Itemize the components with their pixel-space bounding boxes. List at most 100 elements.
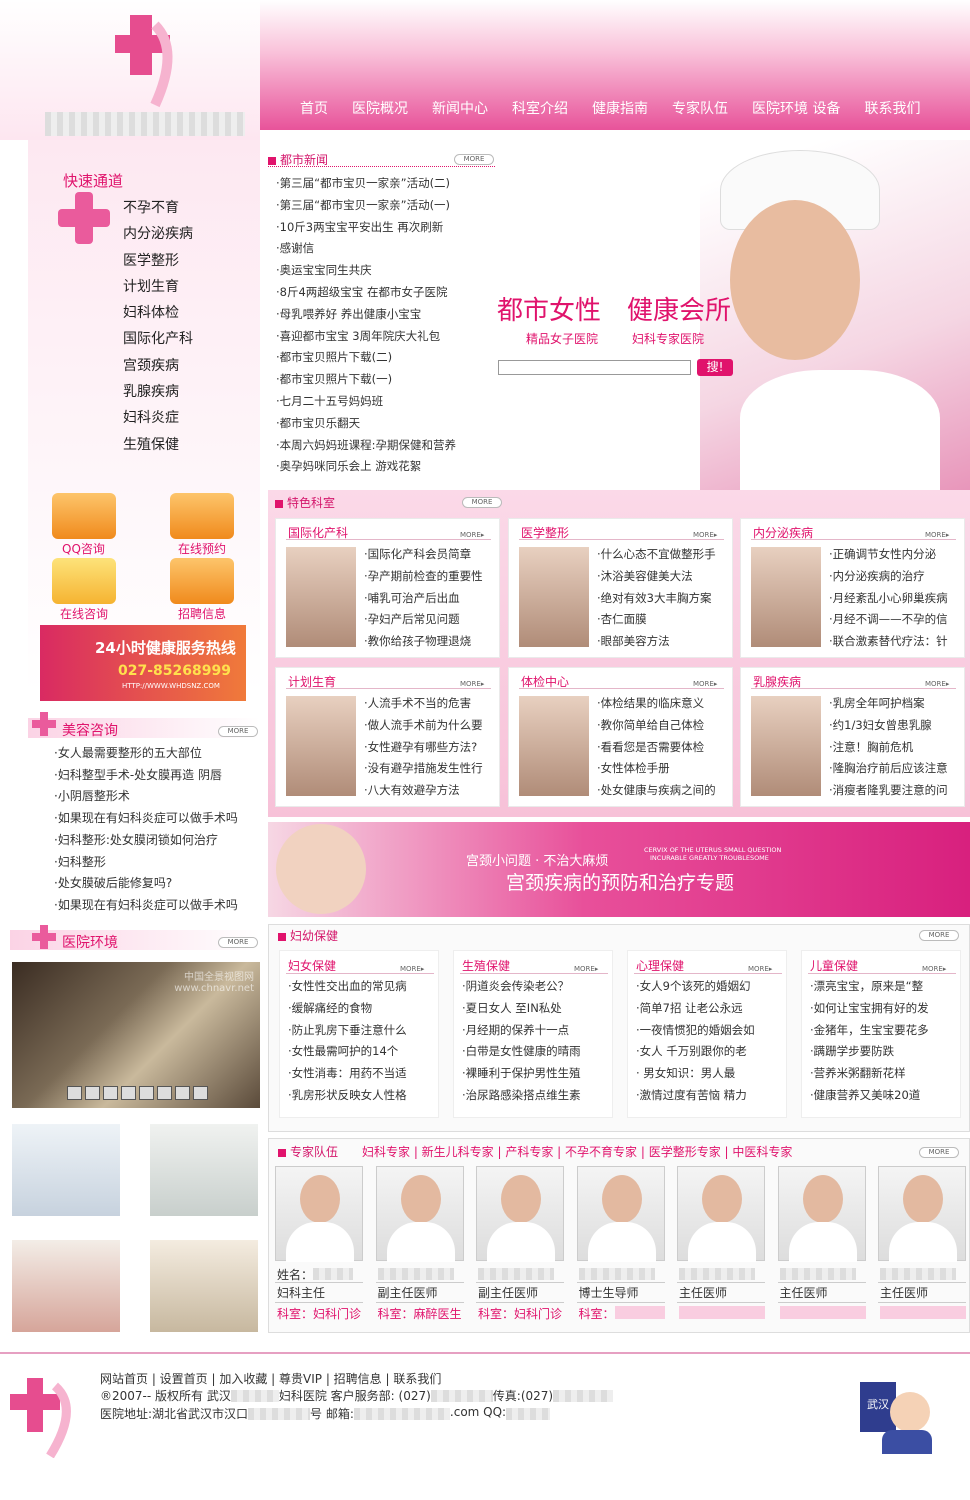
list-item[interactable]: ·乳房形状反映女人性格 <box>288 1085 438 1107</box>
list-item[interactable]: ·体检结果的临床意义 <box>597 693 732 715</box>
column-more-link[interactable]: MORE▸ <box>748 965 772 973</box>
list-item[interactable]: ·奥运宝宝同生共庆 <box>276 260 456 282</box>
list-item[interactable]: ·如果现在有妇科炎症可以做手术吗 <box>54 808 238 830</box>
column-more-link[interactable]: MORE▸ <box>400 965 424 973</box>
list-item[interactable]: ·如果现在有妇科炎症可以做手术吗 <box>54 895 238 917</box>
stop-icon[interactable] <box>175 1086 190 1100</box>
list-item[interactable]: ·眼部美容方法 <box>597 631 732 653</box>
list-item[interactable]: ·蹒跚学步要防跌 <box>810 1041 960 1063</box>
list-item[interactable]: ·沐浴美容健美大法 <box>597 566 732 588</box>
env-photo[interactable] <box>150 1124 258 1216</box>
list-item[interactable]: ·约1/3妇女曾患乳腺 <box>829 715 964 737</box>
list-item[interactable]: ·看看您是否需要体检 <box>597 737 732 759</box>
list-item[interactable]: ·简单7招 让老公永远 <box>636 998 786 1020</box>
card-more-link[interactable]: MORE▸ <box>460 531 484 539</box>
list-item[interactable]: ·妇科整型手术-处女膜再造 阴唇 <box>54 765 238 787</box>
police-badge[interactable]: 武汉 <box>860 1362 940 1454</box>
list-item[interactable]: ·教你给孩子物理退烧 <box>364 631 499 653</box>
expert-card[interactable]: 主任医师 <box>878 1166 966 1326</box>
list-item[interactable]: ·10斤3两宝宝平安出生 再次刷新 <box>276 217 456 239</box>
list-item[interactable]: ·孕产期前检查的重要性 <box>364 566 499 588</box>
list-item[interactable]: ·杏仁面膜 <box>597 609 732 631</box>
list-item[interactable]: ·妇科整形:处女膜闭锁如何治疗 <box>54 830 238 852</box>
expert-card[interactable]: 主任医师 <box>777 1166 866 1326</box>
env-photo[interactable] <box>150 1240 258 1332</box>
card-more-link[interactable]: MORE▸ <box>925 531 949 539</box>
list-item[interactable]: ·做人流手术前为什么要 <box>364 715 499 737</box>
list-item[interactable]: ·都市宝贝照片下载(二) <box>276 347 456 369</box>
special-more-button[interactable]: MORE <box>462 497 502 508</box>
list-item[interactable]: ·营养米粥翻新花样 <box>810 1063 960 1085</box>
env-photo[interactable] <box>12 1124 120 1216</box>
list-item[interactable]: ·女性消毒：用药不当适 <box>288 1063 438 1085</box>
card-more-link[interactable]: MORE▸ <box>925 680 949 688</box>
list-item[interactable]: ·什么心态不宜做整形手 <box>597 544 732 566</box>
expert-card[interactable]: 副主任医师 科室：麻醉医生 <box>375 1166 464 1326</box>
card-more-link[interactable]: MORE▸ <box>693 680 717 688</box>
column-more-link[interactable]: MORE▸ <box>574 965 598 973</box>
list-item[interactable]: ·月经紊乱小心卵巢疾病 <box>829 588 964 610</box>
online-booking-link[interactable]: 在线预约 <box>178 540 226 557</box>
list-item[interactable]: ·国际化产科会员简章 <box>364 544 499 566</box>
pan-left-icon[interactable] <box>67 1086 82 1100</box>
pan-up-icon[interactable] <box>103 1086 118 1100</box>
list-item[interactable]: ·绝对有效3大丰胸方案 <box>597 588 732 610</box>
fullscreen-icon[interactable] <box>193 1086 208 1100</box>
list-item[interactable]: ·治尿路感染搭点维生素 <box>462 1085 612 1107</box>
expert-photo[interactable] <box>576 1166 665 1262</box>
qq-icon[interactable] <box>52 493 116 539</box>
list-item[interactable]: ·健康营养又美味20道 <box>810 1085 960 1107</box>
nav-home[interactable]: 首页 <box>300 98 328 118</box>
care-more-button[interactable]: MORE <box>919 930 959 941</box>
list-item[interactable]: ·处女膜破后能修复吗? <box>54 873 238 895</box>
column-title[interactable]: 心理保健 <box>636 957 684 974</box>
recruit-link[interactable]: 招聘信息 <box>178 605 226 622</box>
expert-card[interactable]: 姓名： 妇科主任 科室：妇科门诊 <box>275 1166 363 1326</box>
list-item[interactable]: ·消瘦者隆乳要注意的问 <box>829 780 964 802</box>
quick-item[interactable]: 国际化产科 <box>123 326 193 352</box>
list-item[interactable]: ·妇科整形 <box>54 852 238 874</box>
list-item[interactable]: ·月经不调——不孕的信 <box>829 609 964 631</box>
list-item[interactable]: ·七月二十五号妈妈班 <box>276 391 456 413</box>
expert-photo[interactable] <box>878 1166 966 1262</box>
list-item[interactable]: ·注意！胸前危机 <box>829 737 964 759</box>
column-title[interactable]: 生殖保健 <box>462 957 510 974</box>
search-input[interactable] <box>498 360 691 375</box>
list-item[interactable]: ·月经期的保养十一点 <box>462 1020 612 1042</box>
list-item[interactable]: ·哺乳可治产后出血 <box>364 588 499 610</box>
beauty-more-button[interactable]: MORE <box>218 726 258 737</box>
experts-tabs[interactable]: 妇科专家 | 新生儿科专家 | 产科专家 | 不孕不育专家 | 医学整形专家 |… <box>362 1143 792 1160</box>
list-item[interactable]: ·第三届“都市宝贝一家亲”活动(二) <box>276 173 456 195</box>
list-item[interactable]: ·处女健康与疾病之间的 <box>597 780 732 802</box>
expert-photo[interactable] <box>375 1166 464 1262</box>
expert-photo[interactable] <box>476 1166 564 1262</box>
list-item[interactable]: ·裸睡利于保护男性生殖 <box>462 1063 612 1085</box>
list-item[interactable]: ·如何让宝宝拥有好的发 <box>810 998 960 1020</box>
list-item[interactable]: ·人流手术不当的危害 <box>364 693 499 715</box>
nav-departments[interactable]: 科室介绍 <box>512 98 568 118</box>
nav-contact[interactable]: 联系我们 <box>864 98 920 118</box>
list-item[interactable]: ·漂亮宝宝，原来是“整 <box>810 976 960 998</box>
list-item[interactable]: ·喜迎都市宝宝 3周年院庆大礼包 <box>276 326 456 348</box>
list-item[interactable]: ·母乳喂养好 养出健康小宝宝 <box>276 304 456 326</box>
list-item[interactable]: ·缓解痛经的食物 <box>288 998 438 1020</box>
env-more-button[interactable]: MORE <box>218 937 258 948</box>
quick-item[interactable]: 生殖保健 <box>123 432 193 458</box>
env-photo[interactable] <box>12 1240 120 1332</box>
expert-photo[interactable] <box>677 1166 765 1262</box>
calendar-icon[interactable] <box>170 493 234 539</box>
list-item[interactable]: ·第三届“都市宝贝一家亲”活动(一) <box>276 195 456 217</box>
list-item[interactable]: ·女性性交出血的常见病 <box>288 976 438 998</box>
nav-experts[interactable]: 专家队伍 <box>672 98 728 118</box>
expert-card[interactable]: 博士生导师 科室： <box>576 1166 665 1326</box>
nav-news[interactable]: 新闻中心 <box>432 98 488 118</box>
hotline-banner[interactable]: 24小时健康服务热线 027-85268999 HTTP://WWW.WHDSN… <box>40 625 246 701</box>
experts-more-button[interactable]: MORE <box>919 1147 959 1158</box>
list-item[interactable]: ·白带是女性健康的晴雨 <box>462 1041 612 1063</box>
list-item[interactable]: ·女性最需呵护的14个 <box>288 1041 438 1063</box>
list-item[interactable]: ·防止乳房下垂注意什么 <box>288 1020 438 1042</box>
list-item[interactable]: ·8斤4两超级宝宝 在都市女子医院 <box>276 282 456 304</box>
quick-item[interactable]: 宫颈疾病 <box>123 353 193 379</box>
list-item[interactable]: ·一夜情惯犯的婚姻会如 <box>636 1020 786 1042</box>
list-item[interactable]: ·感谢信 <box>276 238 456 260</box>
